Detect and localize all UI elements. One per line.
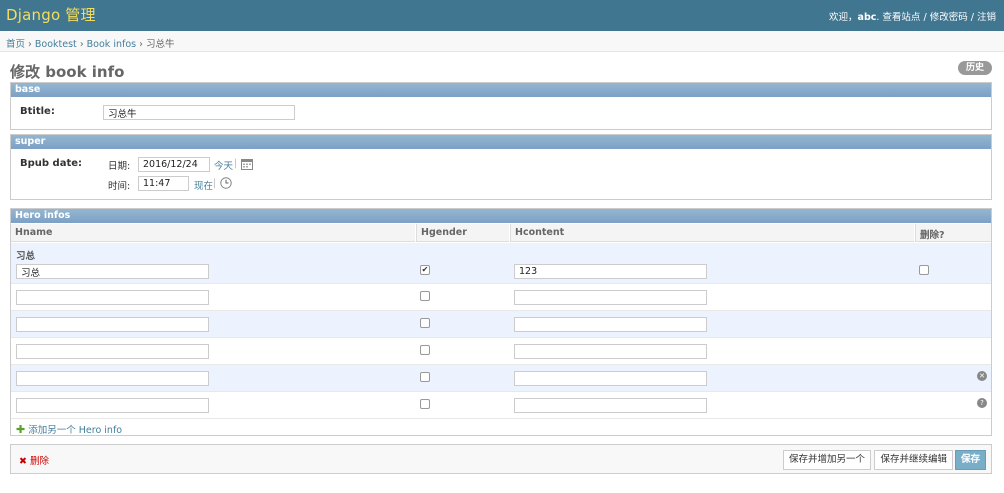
delete-link[interactable]: ✖ 删除	[19, 453, 49, 467]
breadcrumb-app[interactable]: Booktest	[35, 39, 77, 50]
save-and-add-another-button[interactable]: 保存并增加另一个	[782, 450, 871, 470]
col-hname: Hname	[11, 224, 415, 242]
breadcrumb-separator: ›	[79, 39, 84, 50]
table-row: 习总 ✔	[11, 243, 991, 284]
add-icon: ✚	[16, 423, 26, 436]
hcontent-input[interactable]	[514, 344, 707, 359]
hgender-checkbox[interactable]	[420, 372, 430, 382]
logout-link[interactable]: 注销	[977, 12, 996, 23]
table-row	[11, 311, 991, 338]
fieldset-super: super Bpub date: 日期: 今天 | 时间: 现在 |	[10, 134, 992, 200]
hcontent-input[interactable]	[514, 371, 707, 386]
bpub-date-label: Bpub date:	[20, 158, 83, 169]
fieldset-base: base Btitle:	[10, 82, 992, 130]
user-tools: 欢迎，abc. 查看站点 / 修改密码 / 注销	[829, 12, 996, 23]
breadcrumb-separator: ›	[139, 39, 143, 50]
breadcrumb: 首页 › Booktest › Book infos › 习总牛	[0, 31, 1004, 52]
col-hgender: Hgender	[416, 224, 509, 242]
table-row	[11, 338, 991, 365]
clock-icon[interactable]	[220, 177, 232, 192]
col-delete: 删除?	[915, 224, 991, 242]
breadcrumb-model[interactable]: Book infos	[87, 39, 136, 50]
date-label: 日期:	[108, 161, 131, 172]
hgender-checkbox[interactable]	[420, 291, 430, 301]
hname-input[interactable]	[16, 264, 209, 279]
date-input[interactable]	[138, 157, 210, 172]
hname-input[interactable]	[16, 290, 209, 305]
delete-checkbox[interactable]	[919, 265, 929, 275]
save-and-continue-button[interactable]: 保存并继续编辑	[874, 450, 953, 470]
history-button[interactable]: 历史	[957, 61, 992, 75]
calendar-icon[interactable]	[241, 158, 253, 173]
hname-input[interactable]	[16, 344, 209, 359]
btitle-label: Btitle:	[20, 106, 55, 117]
separator: /	[923, 12, 927, 23]
hgender-checkbox[interactable]	[420, 345, 430, 355]
row-original-label: 习总	[16, 251, 36, 262]
breadcrumb-home[interactable]: 首页	[6, 39, 25, 50]
site-header: Django 管理 欢迎，abc. 查看站点 / 修改密码 / 注销	[0, 0, 1004, 31]
table-row	[11, 284, 991, 311]
separator: /	[970, 12, 974, 23]
now-link[interactable]: 现在	[194, 178, 213, 192]
save-button[interactable]: 保存	[954, 450, 986, 470]
hname-input[interactable]	[16, 317, 209, 332]
time-label: 时间:	[108, 181, 131, 192]
site-title[interactable]: Django 管理	[6, 4, 96, 25]
breadcrumb-separator: ›	[28, 39, 32, 50]
remove-icon[interactable]: ✕	[977, 371, 987, 381]
hgender-checkbox[interactable]	[420, 318, 430, 328]
btitle-input[interactable]	[103, 105, 295, 120]
separator: |	[213, 178, 217, 189]
help-icon[interactable]: ?	[977, 398, 987, 408]
add-another-link[interactable]: ✚ 添加另一个 Hero info	[16, 422, 122, 436]
col-hcontent: Hcontent	[510, 224, 914, 242]
hgender-checkbox[interactable]	[420, 399, 430, 409]
hgender-checkbox[interactable]: ✔	[420, 265, 430, 275]
hcontent-input[interactable]	[514, 264, 707, 279]
fieldset-super-title: super	[11, 135, 991, 149]
add-another-label: 添加另一个 Hero info	[28, 425, 123, 436]
hcontent-input[interactable]	[514, 290, 707, 305]
view-site-link[interactable]: 查看站点	[882, 12, 920, 23]
username: abc	[857, 12, 877, 23]
table-row: ?	[11, 392, 991, 419]
hcontent-input[interactable]	[514, 317, 707, 332]
hname-input[interactable]	[16, 371, 209, 386]
separator: |	[234, 158, 238, 169]
delete-icon: ✖	[19, 456, 27, 467]
hname-input[interactable]	[16, 398, 209, 413]
table-row: ✕	[11, 365, 991, 392]
change-password-link[interactable]: 修改密码	[930, 12, 968, 23]
inline-hero-infos: Hero infos Hname Hgender Hcontent 删除? 习总…	[10, 208, 992, 436]
page-title: 修改 book info	[10, 63, 125, 81]
table-header: Hname Hgender Hcontent 删除?	[11, 224, 991, 242]
fieldset-base-title: base	[11, 83, 991, 97]
welcome-text: 欢迎，	[829, 12, 858, 23]
delete-label: 删除	[30, 456, 50, 467]
submit-row: ✖ 删除 保存并增加另一个 保存并继续编辑 保存	[10, 444, 992, 474]
inline-title: Hero infos	[11, 209, 991, 223]
breadcrumb-current: 习总牛	[145, 39, 175, 50]
hcontent-input[interactable]	[514, 398, 707, 413]
time-input[interactable]	[138, 176, 189, 191]
today-link[interactable]: 今天	[214, 158, 233, 172]
